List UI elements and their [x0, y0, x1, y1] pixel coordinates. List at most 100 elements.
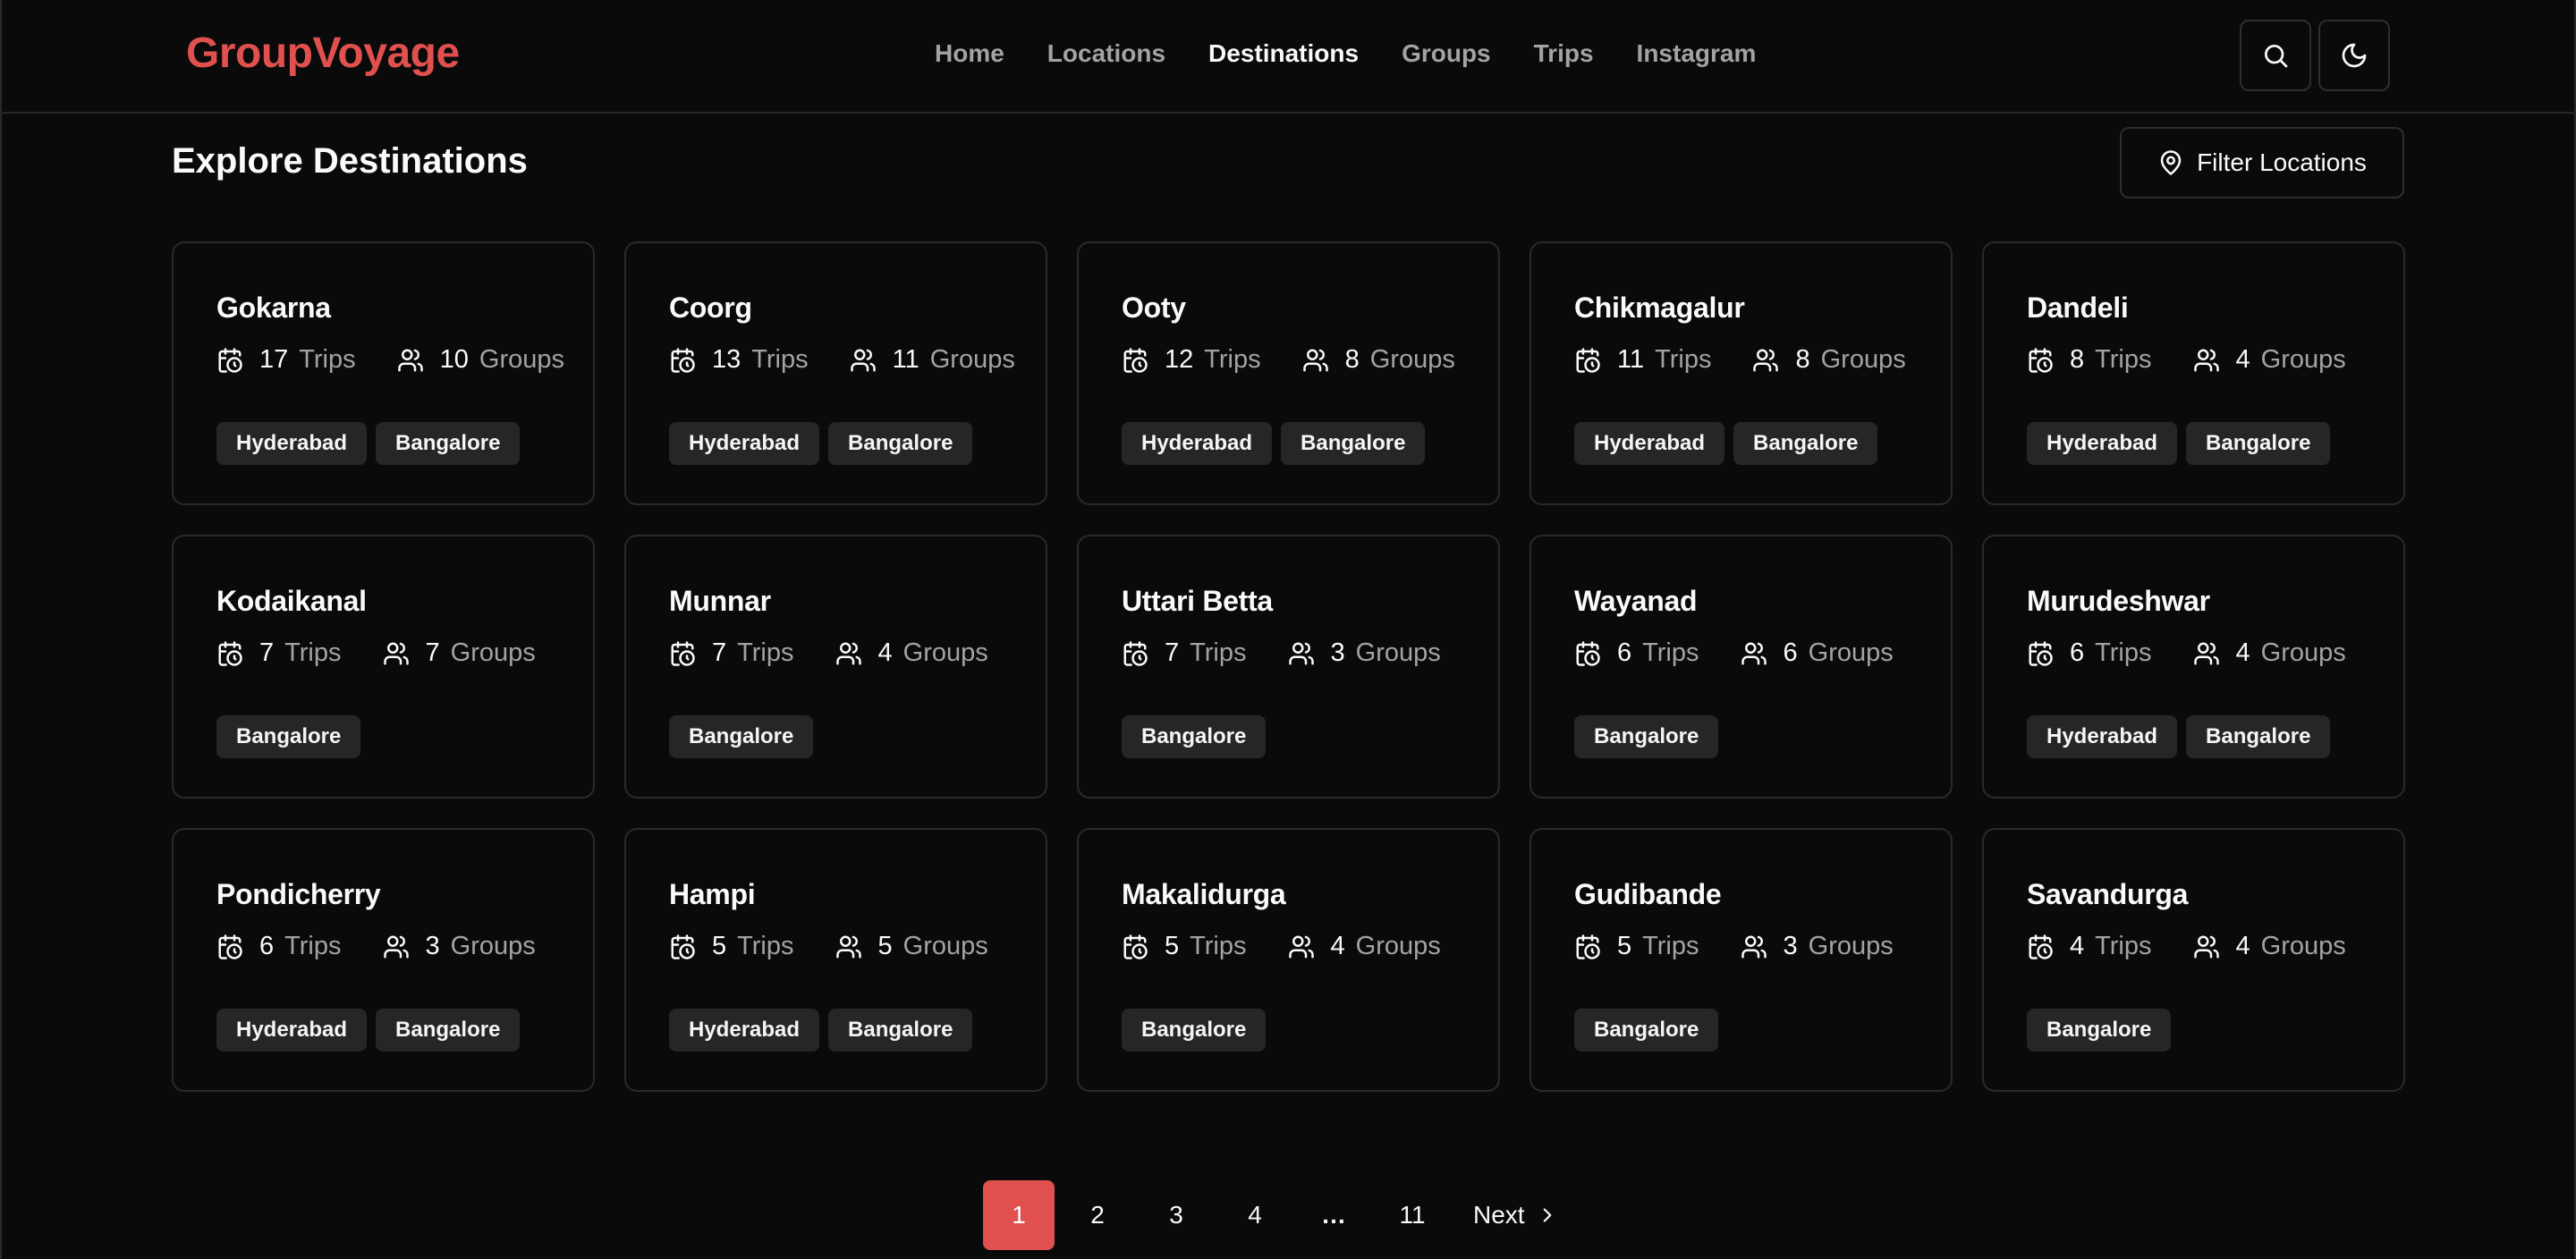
- destination-name: Uttari Betta: [1122, 585, 1273, 617]
- destination-card[interactable]: Coorg 13 Trips 11 Groups Hyderabad Bangalore: [624, 241, 1047, 505]
- calendar-clock-icon: [1576, 347, 1600, 373]
- users-icon: [1741, 935, 1767, 958]
- trips-label: Trips: [299, 345, 356, 374]
- users-icon: [2193, 349, 2219, 371]
- destination-card[interactable]: Wayanad 6 Trips 6 Groups Bangalore: [1530, 535, 1953, 798]
- page-button[interactable]: 2: [1062, 1180, 1133, 1250]
- destination-stats: 12 Trips 8 Groups: [1122, 345, 1496, 375]
- groups-label: Groups: [902, 932, 988, 960]
- groups-count: 3: [1783, 932, 1798, 960]
- nav-destinations[interactable]: Destinations: [1208, 39, 1359, 68]
- location-tag: Bangalore: [1122, 715, 1267, 758]
- users-icon: [397, 349, 423, 371]
- location-tag: Bangalore: [1733, 422, 1878, 465]
- groups-label: Groups: [2260, 932, 2346, 960]
- groups-label: Groups: [1355, 932, 1441, 960]
- calendar-clock-icon: [2029, 640, 2053, 666]
- calendar-clock-icon: [2029, 934, 2053, 959]
- groups-count: 7: [425, 638, 440, 667]
- page-button[interactable]: 4: [1219, 1180, 1291, 1250]
- groups-stat: 4 Groups: [2193, 932, 2346, 961]
- nav-instagram[interactable]: Instagram: [1637, 39, 1757, 68]
- groups-stat: 4 Groups: [835, 638, 988, 668]
- destination-stats: 7 Trips 3 Groups: [1122, 638, 1482, 668]
- destination-stats: 7 Trips 7 Groups: [216, 638, 577, 668]
- page-button[interactable]: 11: [1377, 1180, 1448, 1250]
- brand-logo[interactable]: GroupVoyage: [186, 29, 460, 78]
- groups-stat: 8 Groups: [1752, 345, 1906, 375]
- location-tags: Hyderabad Bangalore: [216, 1009, 521, 1052]
- destination-card[interactable]: Gokarna 17 Trips 10 Groups Hyderabad Bangalore: [172, 241, 595, 505]
- destination-card[interactable]: Ooty 12 Trips 8 Groups Hyderabad Bangalore: [1077, 241, 1500, 505]
- location-tags: Bangalore: [216, 715, 361, 758]
- destination-card[interactable]: Kodaikanal 7 Trips 7 Groups Bangalore: [172, 535, 595, 798]
- calendar-clock-icon: [1576, 640, 1600, 666]
- location-tag: Hyderabad: [1574, 422, 1725, 465]
- trips-count: 17: [259, 345, 289, 374]
- destination-name: Coorg: [669, 292, 752, 324]
- location-tags: Hyderabad Bangalore: [1122, 422, 1426, 465]
- calendar-clock-icon: [671, 347, 695, 373]
- chevron-right-icon: [1543, 1208, 1551, 1222]
- destination-card[interactable]: Gudibande 5 Trips 3 Groups Bangalore: [1530, 828, 1953, 1092]
- trips-stat: 5 Trips: [1122, 932, 1247, 961]
- nav-locations[interactable]: Locations: [1047, 39, 1165, 68]
- destination-card[interactable]: Savandurga 4 Trips 4 Groups Bangalore: [1982, 828, 2405, 1092]
- location-tags: Bangalore: [2027, 1009, 2172, 1052]
- theme-toggle-button[interactable]: [2318, 20, 2390, 91]
- search-button[interactable]: [2240, 20, 2311, 91]
- users-icon: [1741, 642, 1767, 664]
- users-icon: [383, 642, 409, 664]
- trips-stat: 17 Trips: [216, 345, 356, 375]
- trips-stat: 7 Trips: [669, 638, 794, 668]
- users-icon: [1302, 349, 1328, 371]
- nav-home[interactable]: Home: [935, 39, 1004, 68]
- destination-name: Hampi: [669, 878, 756, 910]
- location-tag: Bangalore: [2027, 1009, 2172, 1052]
- nav-groups[interactable]: Groups: [1402, 39, 1491, 68]
- groups-count: 4: [2235, 638, 2250, 667]
- destination-stats: 7 Trips 4 Groups: [669, 638, 1030, 668]
- trips-label: Trips: [2095, 345, 2152, 374]
- next-page-button[interactable]: Next: [1457, 1180, 1575, 1250]
- trips-stat: 6 Trips: [1574, 638, 1699, 668]
- calendar-clock-icon: [1576, 934, 1600, 959]
- moon-icon: [2342, 43, 2367, 68]
- location-tag: Hyderabad: [1122, 422, 1273, 465]
- groups-label: Groups: [929, 345, 1015, 374]
- trips-label: Trips: [2095, 932, 2152, 960]
- calendar-clock-icon: [1123, 640, 1148, 666]
- trips-count: 7: [259, 638, 275, 667]
- groups-label: Groups: [1808, 932, 1894, 960]
- destination-card[interactable]: Uttari Betta 7 Trips 3 Groups Bangalore: [1077, 535, 1500, 798]
- destination-card[interactable]: Murudeshwar 6 Trips 4 Groups Hyderabad Bangalo…: [1982, 535, 2405, 798]
- destination-card[interactable]: Chikmagalur 11 Trips 8 Groups Hyderabad Bangal…: [1530, 241, 1953, 505]
- trips-count: 6: [1617, 638, 1632, 667]
- groups-count: 6: [1783, 638, 1798, 667]
- page-button[interactable]: 1: [983, 1180, 1055, 1250]
- trips-count: 8: [2070, 345, 2085, 374]
- groups-stat: 4 Groups: [2193, 345, 2346, 375]
- destination-card[interactable]: Munnar 7 Trips 4 Groups Bangalore: [624, 535, 1047, 798]
- trips-count: 6: [2070, 638, 2085, 667]
- destination-stats: 6 Trips 6 Groups: [1574, 638, 1935, 668]
- destination-card[interactable]: Dandeli 8 Trips 4 Groups Hyderabad Bangalore: [1982, 241, 2405, 505]
- location-tags: Hyderabad Bangalore: [2027, 422, 2331, 465]
- location-tag: Bangalore: [669, 715, 814, 758]
- filter-locations-button[interactable]: Filter Locations: [2120, 127, 2404, 199]
- groups-stat: 6 Groups: [1741, 638, 1894, 668]
- nav-trips[interactable]: Trips: [1534, 39, 1594, 68]
- location-tags: Hyderabad Bangalore: [669, 422, 973, 465]
- trips-stat: 5 Trips: [669, 932, 794, 961]
- trips-count: 7: [712, 638, 727, 667]
- destination-card[interactable]: Hampi 5 Trips 5 Groups Hyderabad Bangalore: [624, 828, 1047, 1092]
- destination-name: Savandurga: [2027, 878, 2189, 910]
- destination-card[interactable]: Makalidurga 5 Trips 4 Groups Bangalore: [1077, 828, 1500, 1092]
- destination-card[interactable]: Pondicherry 6 Trips 3 Groups Hyderabad Bangalo…: [172, 828, 595, 1092]
- location-tag: Bangalore: [376, 422, 521, 465]
- trips-count: 5: [712, 932, 727, 960]
- location-tags: Bangalore: [1122, 715, 1267, 758]
- location-tag: Hyderabad: [216, 1009, 368, 1052]
- users-icon: [2193, 935, 2219, 958]
- page-button[interactable]: 3: [1140, 1180, 1212, 1250]
